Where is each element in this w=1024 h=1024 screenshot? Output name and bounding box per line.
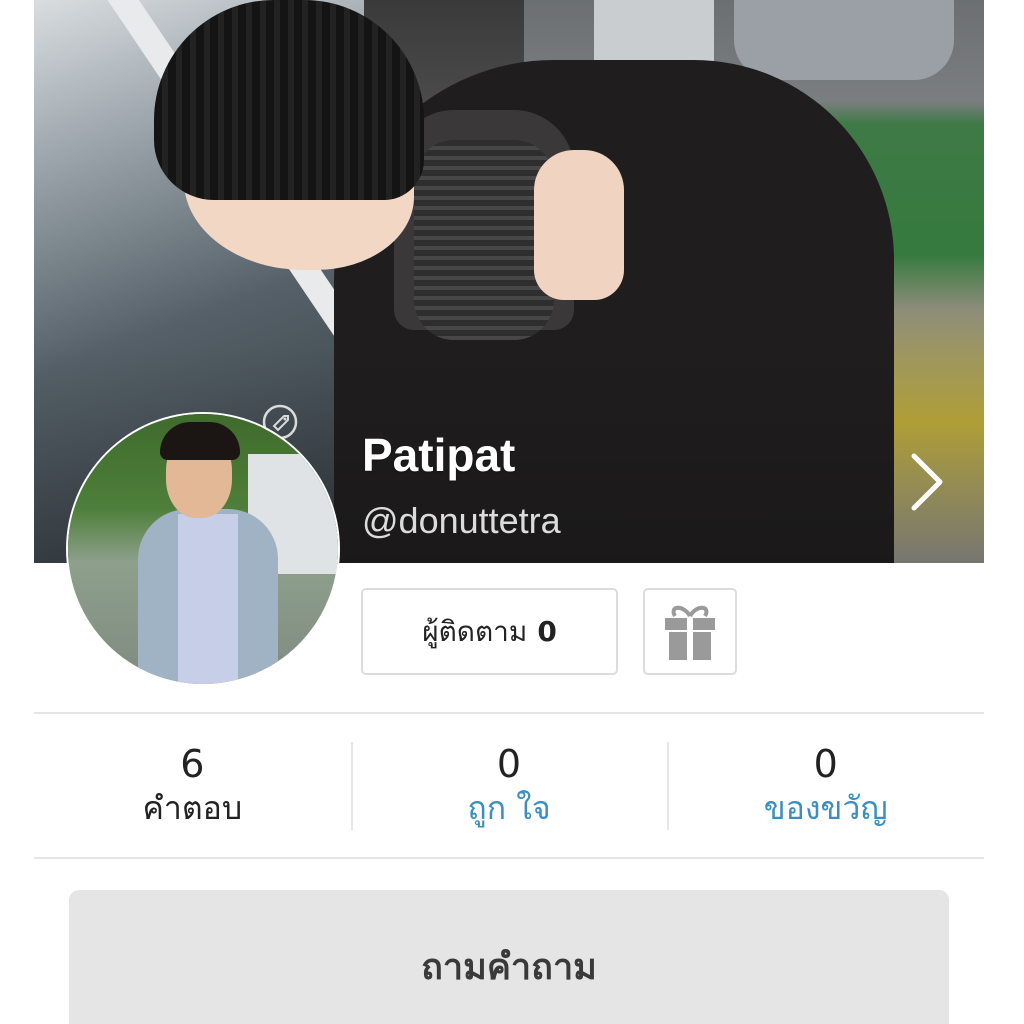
followers-button[interactable]: ผู้ติดตาม 0 <box>361 588 618 675</box>
followers-count: 0 <box>537 615 557 648</box>
chevron-right-icon[interactable] <box>902 450 950 514</box>
stat-likes[interactable]: 0 ถูก ใจ <box>350 714 668 858</box>
divider-bottom <box>34 857 984 859</box>
stat-likes-label[interactable]: ถูก ใจ <box>467 788 550 830</box>
stat-answers-value: 6 <box>180 742 205 787</box>
profile-handle: @donuttetra <box>362 500 561 541</box>
stat-likes-value: 0 <box>496 742 522 787</box>
stat-answers[interactable]: 6 คำตอบ <box>34 714 351 858</box>
avatar[interactable] <box>68 414 338 684</box>
profile-name: Patipat <box>362 429 516 481</box>
ask-question-label: ถามคำถาม <box>421 947 597 988</box>
stats-row: 6 คำตอบ 0 ถูก ใจ 0 ของขวัญ <box>34 714 984 858</box>
gift-button[interactable] <box>643 588 737 675</box>
gift-icon <box>665 605 715 660</box>
stat-gifts[interactable]: 0 ของขวัญ <box>667 714 984 858</box>
stat-answers-label: คำตอบ <box>142 789 243 827</box>
profile-page: Patipat @donuttetra ผู้ติดตาม 0 6 คำตอบ … <box>0 0 1024 1024</box>
followers-label: ผู้ติดตาม <box>422 614 528 648</box>
stat-gifts-value: 0 <box>813 742 838 787</box>
ask-question-button[interactable]: ถามคำถาม <box>69 890 949 1024</box>
stat-gifts-label[interactable]: ของขวัญ <box>764 788 888 830</box>
